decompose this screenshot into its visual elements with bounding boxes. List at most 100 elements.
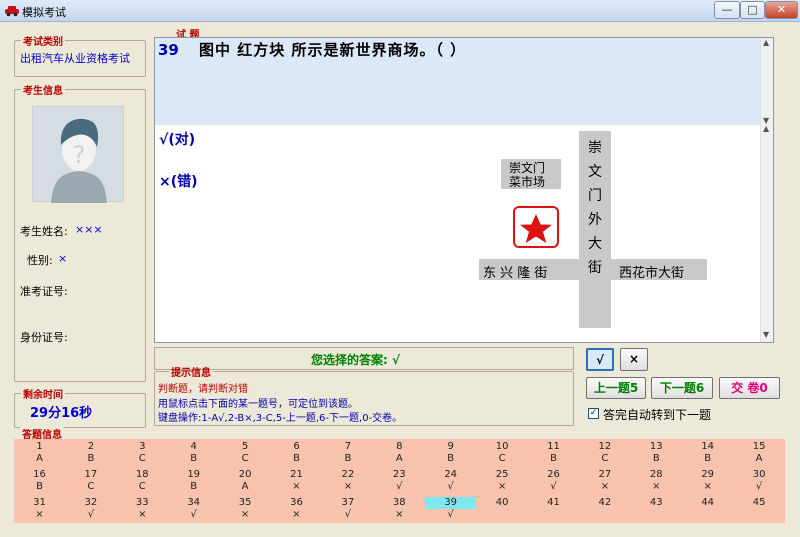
question-cell-42[interactable]: 42: [579, 495, 630, 522]
submit-button[interactable]: 交 卷0: [719, 377, 780, 399]
question-cell-answer: B: [447, 453, 455, 464]
minimize-button[interactable]: —: [714, 1, 740, 19]
question-cell-2[interactable]: 2B: [65, 439, 116, 466]
scroll-up-icon[interactable]: ▲: [763, 38, 769, 47]
question-cell-number: 14: [701, 441, 715, 452]
question-cell-36[interactable]: 36 ×: [271, 495, 322, 522]
question-cell-6[interactable]: 6B: [271, 439, 322, 466]
market-label-2: 菜市场: [509, 175, 546, 189]
question-cell-answer: [579, 509, 630, 521]
question-cell-number: 26: [547, 469, 560, 480]
question-cell-16[interactable]: 16 B: [14, 467, 65, 494]
prev-question-button[interactable]: 上一题5: [586, 377, 646, 399]
hint-line-2: 用鼠标点击下面的某一题号，可定位到该题。: [158, 399, 358, 410]
question-cell-44[interactable]: 44: [682, 495, 733, 522]
avatar: ?: [32, 106, 124, 203]
question-cell-8[interactable]: 8A: [374, 439, 425, 466]
next-question-button[interactable]: 下一题6: [651, 377, 713, 399]
question-cell-number: 8: [396, 441, 403, 452]
question-cell-25[interactable]: 25 ×: [477, 467, 528, 494]
question-cell-answer: C: [241, 453, 249, 464]
question-cell-29[interactable]: 29 ×: [682, 467, 733, 494]
maximize-button[interactable]: □: [740, 1, 765, 19]
question-cell-28[interactable]: 28 ×: [631, 467, 682, 494]
question-cell-answer: [528, 509, 579, 521]
question-cell-answer: √: [87, 509, 95, 520]
true-answer-button[interactable]: √: [586, 348, 614, 371]
question-cell-30[interactable]: 30 √: [734, 467, 785, 494]
question-cell-5[interactable]: 5C: [220, 439, 271, 466]
question-cell-answer: [477, 509, 528, 521]
question-cell-24[interactable]: 24 √: [425, 467, 476, 494]
auto-next-label[interactable]: 答完自动转到下一题: [603, 406, 711, 423]
question-cell-13[interactable]: 13 B: [631, 439, 682, 466]
scroll-up-icon[interactable]: ▲: [763, 124, 769, 133]
question-cell-41[interactable]: 41: [528, 495, 579, 522]
question-cell-17[interactable]: 17 C: [65, 467, 116, 494]
question-cell-number: 7: [344, 441, 352, 452]
question-cell-7[interactable]: 7B: [322, 439, 373, 466]
question-cell-answer: C: [138, 481, 146, 492]
option-false[interactable]: ×(错): [159, 171, 198, 191]
question-cell-9[interactable]: 9B: [425, 439, 476, 466]
close-button[interactable]: ✕: [765, 1, 798, 19]
question-cell-answer: √: [396, 481, 403, 492]
question-cell-answer: B: [190, 453, 198, 464]
question-cell-answer: ×: [343, 481, 353, 492]
question-cell-43[interactable]: 43: [631, 495, 682, 522]
question-cell-answer: ×: [292, 481, 301, 492]
question-cell-21[interactable]: 21 ×: [271, 467, 322, 494]
question-cell-answer: C: [138, 453, 146, 464]
question-cell-27[interactable]: 27 ×: [579, 467, 630, 494]
question-cell-15[interactable]: 15 A: [734, 439, 785, 466]
question-cell-number: 13: [649, 441, 663, 452]
question-cell-33[interactable]: 33 ×: [117, 495, 168, 522]
question-cell-22[interactable]: 22 ×: [322, 467, 373, 494]
scroll-down-icon[interactable]: ▼: [763, 330, 769, 339]
question-cell-number: 36: [290, 497, 303, 508]
question-cell-18[interactable]: 18 C: [117, 467, 168, 494]
question-cell-38[interactable]: 38 ×: [374, 495, 425, 522]
hint-legend: 提示信息: [171, 368, 211, 379]
question-cell-4[interactable]: 4B: [168, 439, 219, 466]
question-cell-23[interactable]: 23 √: [374, 467, 425, 494]
question-cell-40[interactable]: 40: [477, 495, 528, 522]
question-cell-answer: √: [447, 481, 454, 492]
person-silhouette-icon: ?: [51, 118, 107, 203]
question-cell-20[interactable]: 20 A: [220, 467, 271, 494]
question-cell-3[interactable]: 3C: [117, 439, 168, 466]
question-cell-39[interactable]: 39 √: [425, 495, 477, 522]
question-cell-34[interactable]: 34 √: [168, 495, 219, 522]
question-cell-31[interactable]: 31 ×: [14, 495, 65, 522]
question-cell-number: 31: [33, 497, 46, 508]
question-cell-14[interactable]: 14 B: [682, 439, 733, 466]
question-cell-19[interactable]: 19 B: [168, 467, 219, 494]
question-cell-answer: [734, 509, 785, 521]
question-cell-11[interactable]: 11 B: [528, 439, 579, 466]
auto-next-checkbox[interactable]: ✓: [588, 408, 599, 419]
question-cell-answer: ×: [138, 509, 147, 520]
question-cell-answer: B: [652, 453, 660, 464]
false-answer-button[interactable]: ×: [620, 348, 648, 371]
question-cell-26[interactable]: 26 √: [528, 467, 579, 494]
question-cell-12[interactable]: 12 C: [579, 439, 630, 466]
question-cell-number: 32: [84, 497, 98, 508]
vertical-street-label: 崇文门外大街: [588, 140, 602, 276]
question-cell-45[interactable]: 45: [734, 495, 785, 522]
question-cell-number: 12: [598, 441, 612, 452]
question-cell-answer: B: [344, 453, 352, 464]
question-cell-number: 23: [392, 469, 406, 480]
title-bar: 模拟考试 — □ ✕: [0, 0, 800, 22]
question-cell-1[interactable]: 1A: [14, 439, 65, 466]
scrollbar[interactable]: ▲ ▼ ▲ ▼: [760, 38, 773, 342]
question-cell-number: 19: [187, 469, 201, 480]
question-cell-number: 29: [701, 469, 715, 480]
car-icon: [5, 6, 19, 17]
option-true[interactable]: √(对): [159, 129, 195, 149]
question-cell-37[interactable]: 37 √: [322, 495, 373, 522]
street-label-right: 西花市大街: [619, 266, 685, 281]
question-cell-35[interactable]: 35 ×: [220, 495, 271, 522]
question-cell-32[interactable]: 32 √: [65, 495, 116, 522]
id-number-label: 身份证号:: [20, 331, 68, 344]
question-cell-10[interactable]: 10 C: [477, 439, 528, 466]
